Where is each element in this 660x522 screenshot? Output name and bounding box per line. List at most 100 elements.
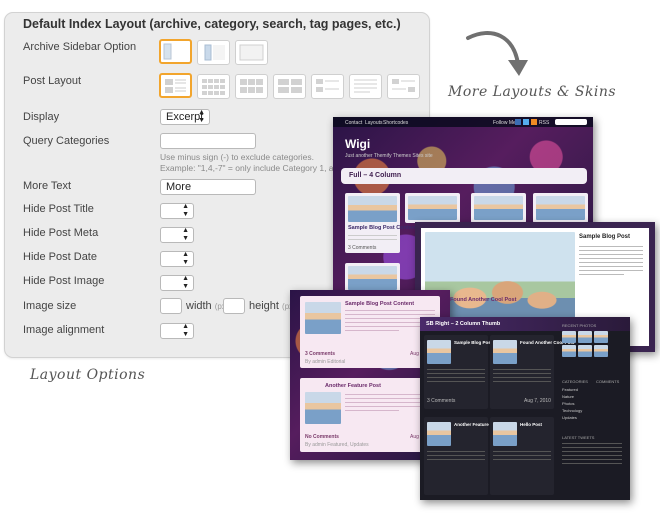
recent-photo [594,345,608,357]
display-select[interactable]: Excerpt ▲ ▼ [160,109,210,125]
dark-skin-preview: SB Right – 2 Column Thumb Sample Blog Po… [420,317,630,500]
more-text-input[interactable]: More [160,179,256,195]
wigi-post-card [405,193,460,223]
categories-heading: CATEGORIES [562,379,588,384]
post-thumbnail [348,266,397,290]
post-thumbnail [474,196,523,220]
hide-post-meta-select[interactable]: ▲ ▼ [160,227,194,243]
post-comments: 3 Comments [427,398,456,404]
image-alignment-select[interactable]: ▲ ▼ [160,323,194,339]
latest-tweets-heading: LATEST TWEETS [562,435,595,440]
feature-post-title: Sample Blog Post [579,234,631,240]
post-excerpt [493,369,551,385]
wigi-post-card [533,193,588,223]
select-arrows-icon: ▲ ▼ [182,251,189,266]
sidebar-left-option[interactable] [159,39,192,64]
feature-excerpt [579,246,643,278]
recent-photo [562,345,576,357]
recent-photo [594,331,608,343]
select-arrows-icon: ▲ ▼ [182,275,189,290]
hide-post-image-label: Hide Post Image [23,275,105,287]
post-title: Hello Post [520,422,543,427]
post-layout-list-large[interactable] [349,74,382,99]
image-alignment-label: Image alignment [23,324,105,336]
recent-photo [578,345,592,357]
rss-label: RSS [539,120,550,126]
social-icon [515,119,521,125]
post-meta: By admin Editorial [305,359,346,365]
image-width-input[interactable] [160,298,182,314]
post-comments: 3 Comments [305,351,336,357]
recent-photo [562,331,576,343]
dark-section-title: SB Right – 2 Column Thumb [426,321,501,327]
post-excerpt [348,235,397,243]
post-excerpt [427,369,485,385]
post-thumbnail [348,196,397,222]
wigi-logo: Wigi [345,137,371,151]
query-categories-input[interactable] [160,133,256,149]
hide-post-title-label: Hide Post Title [23,203,94,215]
hide-post-image-select[interactable]: ▲ ▼ [160,275,194,291]
follow-me-label: Follow Me [493,120,516,126]
sidebar-right-option[interactable] [197,40,230,65]
select-arrows-icon: ▲ ▼ [198,109,205,124]
more-text-label: More Text [23,180,72,192]
select-arrows-icon: ▲ ▼ [182,203,189,218]
recent-photos-heading: RECENT PHOTOS [562,323,597,328]
query-categories-label: Query Categories [23,135,110,147]
layout-options-caption: Layout Options [30,367,146,383]
query-hint-1: Use minus sign (-) to exclude categories… [160,152,315,162]
hide-post-date-select[interactable]: ▲ ▼ [160,251,194,267]
category-item: Photos [562,401,575,406]
nav-item-layouts: Layouts [365,120,383,126]
post-layout-grid2[interactable] [273,74,306,99]
height-label: height (px) [249,300,296,312]
pink-post-card: Sample Blog Post Content 3 Comments Aug … [300,296,440,368]
more-layouts-caption: More Layouts & Skins [448,84,617,100]
archive-sidebar-label: Archive Sidebar Option [23,41,137,53]
post-title: Another Feature Post [325,383,381,389]
category-item: Technology [562,408,583,413]
wigi-search-input [555,119,587,125]
hide-post-title-select[interactable]: ▲ ▼ [160,203,194,219]
post-title: Sample Blog Post Content [345,301,415,307]
no-sidebar-option[interactable] [235,40,268,65]
category-item: Nature [562,394,575,399]
post-layout-grid3[interactable] [235,74,268,99]
post-thumbnail [427,340,451,364]
post-meta: By admin Featured, Updates [305,442,369,448]
display-label: Display [23,111,60,123]
post-thumbnail [305,392,341,424]
image-size-label: Image size [23,300,77,312]
post-layout-list-thumb[interactable] [311,74,344,99]
wigi-post-card [471,193,526,223]
select-arrows-icon: ▲ ▼ [182,323,189,338]
wigi-post-card: Sample Blog Post Content 3 Comments [345,193,417,253]
post-thumbnail [427,422,451,446]
dark-post-card: Sample Blog Post Content 3 Comments [424,335,511,409]
post-excerpt [427,451,485,463]
post-excerpt [493,451,551,463]
dark-post-card: Hello Post [490,417,554,495]
image-height-input[interactable] [223,298,245,314]
post-layout-label: Post Layout [23,75,82,87]
wigi-tagline: Just another Themify Themes Sites site [345,153,433,159]
post-comments: No Comments [305,434,339,440]
comments-heading: COMMENTS [596,379,620,384]
nav-item-contact: Contact [345,120,363,126]
category-item: Updates [562,415,577,420]
curved-arrow-icon [466,31,528,76]
panel-title: Default Index Layout (archive, category,… [23,17,401,31]
pink-post-card: Another Feature Post No Comments Aug 7, … [300,378,440,452]
post-layout-grid4[interactable] [197,74,230,99]
post-comments: 3 Comments [348,245,377,251]
dark-post-card: Another Feature Post [424,417,500,495]
post-thumbnail [493,340,517,364]
post-layout-list-alt[interactable] [387,74,420,99]
wigi-post-card [345,263,400,293]
tweets-list [562,443,622,467]
post-layout-list[interactable] [159,73,192,98]
post-title: Sample Blog Post Content [348,225,418,231]
recent-photo [578,331,592,343]
category-item: Featured [562,387,579,392]
